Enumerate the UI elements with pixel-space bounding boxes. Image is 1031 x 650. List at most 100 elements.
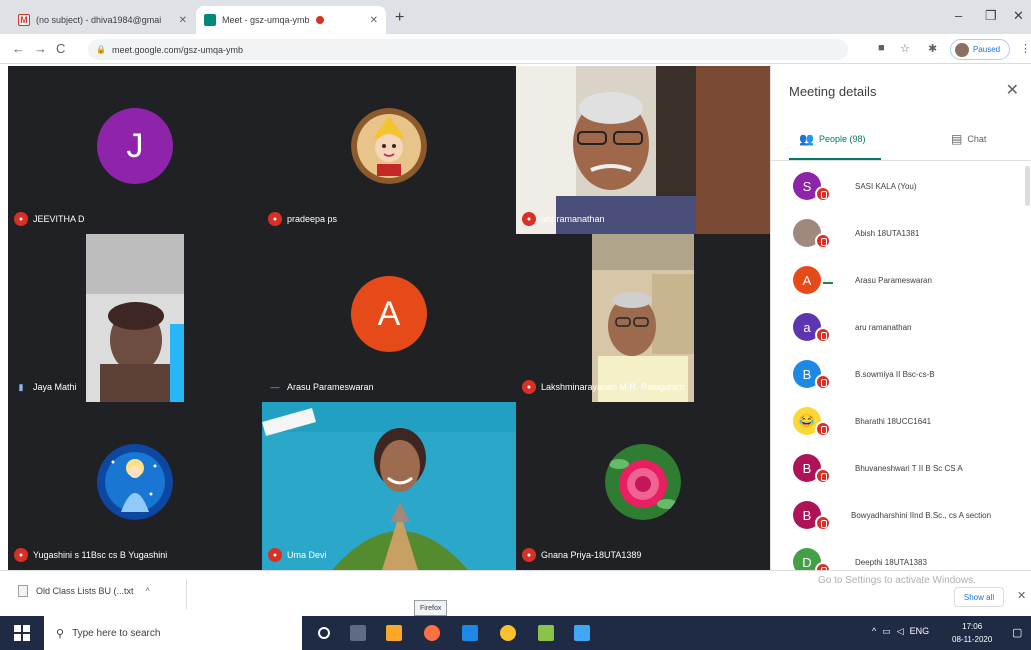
list-item[interactable]: B Bowyadharshini IInd B.Sc., cs A sectio… bbox=[771, 495, 1031, 541]
mic-off-icon: ● bbox=[14, 212, 28, 226]
cortana-icon[interactable] bbox=[318, 627, 330, 639]
participant-name: pradeepa ps bbox=[287, 214, 338, 224]
person-name: Bhuvaneshwari T II B Sc CS A bbox=[855, 464, 963, 473]
tab-meet[interactable]: Meet - gsz-umqa-ymb ✕ bbox=[196, 6, 386, 34]
name-row: ● Gnana Priya-18UTA1389 bbox=[522, 548, 641, 562]
gmail-icon: M bbox=[18, 14, 30, 26]
profile-label: Paused bbox=[973, 45, 1001, 54]
reload-icon[interactable]: C bbox=[56, 41, 65, 56]
forward-icon[interactable]: → bbox=[34, 41, 47, 56]
tab-title: Meet - gsz-umqa-ymb bbox=[222, 15, 310, 25]
close-downloads-button[interactable]: ✕ bbox=[1017, 589, 1026, 602]
name-row: ● Lakshminarayanan M.R. Rasiguram bbox=[522, 380, 685, 394]
url-field[interactable]: 🔒 meet.google.com/gsz-umqa-ymb bbox=[88, 39, 848, 60]
participant-tile[interactable]: J ● JEEVITHA D bbox=[8, 66, 262, 234]
paint-icon[interactable] bbox=[538, 625, 554, 641]
speaking-icon: — bbox=[270, 382, 280, 392]
person-name: Bowyadharshini IInd B.Sc., cs A section bbox=[851, 511, 992, 520]
tab-gmail[interactable]: M (no subject) - dhiva1984@gmai ✕ bbox=[10, 6, 195, 34]
back-icon[interactable]: ← bbox=[12, 41, 25, 56]
menu-icon[interactable]: ⋮ bbox=[1020, 42, 1031, 55]
store-icon[interactable] bbox=[462, 625, 478, 641]
participant-tile[interactable]: ● Uma Devi bbox=[262, 402, 516, 570]
tab-chat-label: Chat bbox=[967, 134, 987, 144]
download-filename: Old Class Lists BU (...txt bbox=[36, 586, 134, 596]
chrome-icon[interactable] bbox=[500, 625, 516, 641]
close-tab-icon[interactable]: ✕ bbox=[175, 15, 187, 26]
tab-strip: M (no subject) - dhiva1984@gmai ✕ Meet -… bbox=[0, 0, 1031, 34]
profile-button[interactable]: Paused bbox=[950, 39, 1010, 60]
avatar bbox=[955, 42, 969, 57]
language-indicator[interactable]: ENG bbox=[910, 626, 930, 637]
people-list: S SASI KALA (You) Abish 18UTA1381 A Aras… bbox=[771, 166, 1031, 570]
people-icon: 👥 bbox=[799, 132, 814, 146]
new-tab-button[interactable]: + bbox=[395, 9, 404, 27]
taskbar: ⚲ Type here to search ^ ▭ ◁ ENG 17:06 08… bbox=[0, 616, 1031, 650]
list-item[interactable]: A Arasu Parameswaran bbox=[771, 260, 1031, 306]
participant-tile[interactable]: ▮ Jaya Mathi bbox=[8, 234, 262, 402]
participant-tile[interactable]: A — Arasu Parameswaran bbox=[262, 234, 516, 402]
person-name: B.sowmiya II Bsc-cs-B bbox=[855, 370, 935, 379]
task-view-icon[interactable] bbox=[350, 625, 366, 641]
clock[interactable]: 17:06 08-11-2020 bbox=[952, 620, 992, 646]
tab-chat[interactable]: ▤ Chat bbox=[951, 132, 986, 146]
minimize-button[interactable]: – bbox=[955, 8, 962, 23]
extensions-icon[interactable]: ✱ bbox=[928, 42, 937, 55]
date: 08-11-2020 bbox=[952, 635, 993, 644]
pink-rose-image bbox=[605, 444, 681, 520]
list-item[interactable]: B Bhuvaneshwari T II B Sc CS A bbox=[771, 448, 1031, 494]
list-item[interactable]: a aru ramanathan bbox=[771, 307, 1031, 353]
tab-title: (no subject) - dhiva1984@gmai bbox=[36, 15, 162, 25]
network-icon[interactable]: ▭ bbox=[882, 626, 891, 637]
mic-off-icon bbox=[815, 327, 831, 343]
name-row: ▮ Jaya Mathi bbox=[14, 380, 77, 394]
close-tab-icon[interactable]: ✕ bbox=[366, 15, 378, 26]
avatar: J bbox=[97, 108, 173, 184]
mic-off-icon bbox=[815, 468, 831, 484]
file-explorer-icon[interactable] bbox=[386, 625, 402, 641]
close-window-button[interactable]: ✕ bbox=[1013, 8, 1024, 24]
notification-icon[interactable]: ▢ bbox=[1012, 626, 1022, 639]
list-item[interactable]: Abish 18UTA1381 bbox=[771, 213, 1031, 259]
restore-button[interactable]: ❐ bbox=[985, 8, 997, 24]
mic-off-icon bbox=[815, 515, 831, 531]
name-row: ● aru ramanathan bbox=[522, 212, 605, 226]
close-panel-button[interactable]: ✕ bbox=[1006, 80, 1019, 100]
list-item[interactable]: D Deepthi 18UTA1383 bbox=[771, 542, 1031, 570]
volume-icon[interactable]: ◁ bbox=[897, 626, 904, 637]
participant-name: Arasu Parameswaran bbox=[287, 382, 374, 392]
download-item[interactable]: Old Class Lists BU (...txt ^ bbox=[18, 585, 150, 597]
chevron-up-icon[interactable]: ^ bbox=[146, 586, 150, 596]
participant-tile[interactable]: ● Lakshminarayanan M.R. Rasiguram bbox=[516, 234, 770, 402]
participant-video bbox=[516, 66, 770, 234]
divider bbox=[771, 160, 1031, 161]
deity-portrait-image bbox=[351, 108, 427, 184]
camera-icon[interactable]: ■ bbox=[878, 42, 885, 54]
recording-icon bbox=[315, 16, 324, 24]
star-icon[interactable]: ☆ bbox=[900, 42, 910, 55]
tab-people[interactable]: 👥 People (98) bbox=[799, 132, 865, 146]
speaking-icon bbox=[823, 282, 833, 284]
url-text: meet.google.com/gsz-umqa-ymb bbox=[111, 44, 244, 55]
speaking-icon: ▮ bbox=[18, 381, 24, 392]
app-icon[interactable] bbox=[574, 625, 590, 641]
mic-off-icon bbox=[815, 374, 831, 390]
downloads-bar: Old Class Lists BU (...txt ^ Go to Setti… bbox=[0, 570, 1031, 616]
firefox-icon[interactable] bbox=[424, 625, 440, 641]
participant-tile[interactable]: ● pradeepa ps bbox=[262, 66, 516, 234]
name-row: ● Yugashini s 11Bsc cs B Yugashini bbox=[14, 548, 167, 562]
list-item[interactable]: B B.sowmiya II Bsc-cs-B bbox=[771, 354, 1031, 400]
person-name: Deepthi 18UTA1383 bbox=[855, 558, 927, 567]
windows-start-icon[interactable] bbox=[14, 625, 30, 641]
participant-tile[interactable]: ● Gnana Priya-18UTA1389 bbox=[516, 402, 770, 570]
participant-tile[interactable]: ● aru ramanathan bbox=[516, 66, 770, 234]
panel-title: Meeting details bbox=[789, 84, 877, 99]
mic-off-icon: ● bbox=[14, 548, 28, 562]
list-item[interactable]: 😂 Bharathi 18UCC1641 bbox=[771, 401, 1031, 447]
taskbar-search-input[interactable]: ⚲ Type here to search bbox=[44, 616, 302, 650]
system-tray[interactable]: ^ ▭ ◁ ENG bbox=[872, 626, 929, 637]
show-all-button[interactable]: Show all bbox=[954, 587, 1004, 607]
list-item[interactable]: S SASI KALA (You) bbox=[771, 166, 1031, 212]
participant-tile[interactable]: ● Yugashini s 11Bsc cs B Yugashini bbox=[8, 402, 262, 570]
chevron-up-icon[interactable]: ^ bbox=[872, 626, 876, 637]
